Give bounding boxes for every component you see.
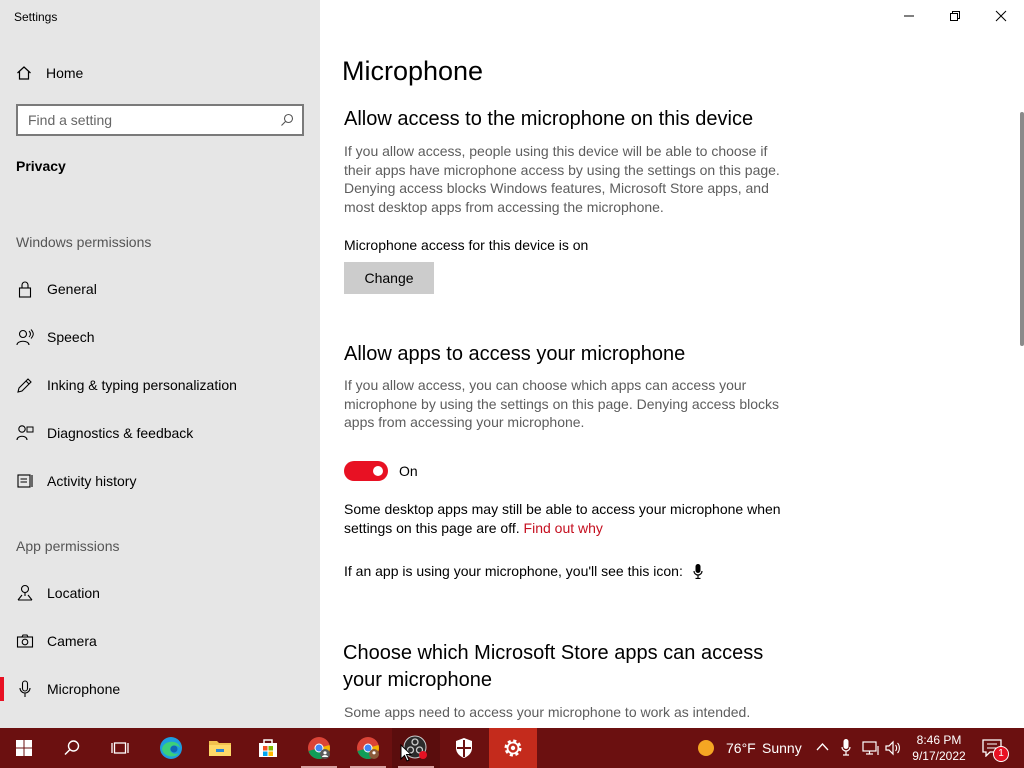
lock-icon [16, 280, 34, 298]
sidebar-item-label: Diagnostics & feedback [47, 425, 194, 441]
diagnostics-icon [16, 424, 34, 442]
sidebar-item-location[interactable]: Location [0, 573, 320, 613]
sidebar-item-label: Microphone [47, 681, 121, 697]
taskbar-search-button[interactable] [48, 728, 96, 768]
find-out-why-link[interactable]: Find out why [524, 520, 603, 536]
weather-condition[interactable]: Sunny [762, 740, 802, 756]
sun-weather-icon [698, 740, 714, 756]
desktop-apps-note: Some desktop apps may still be able to a… [344, 500, 794, 537]
sidebar-item-label: Inking & typing personalization [47, 377, 237, 393]
network-icon[interactable] [862, 740, 880, 756]
close-icon [995, 10, 1007, 22]
camera-icon [16, 632, 34, 650]
chevron-up-icon[interactable] [816, 742, 829, 752]
apps-access-heading: Allow apps to access your microphone [344, 343, 686, 365]
minimize-icon [904, 15, 914, 17]
section-title-privacy: Privacy [16, 158, 66, 174]
search-box[interactable] [16, 104, 304, 136]
microphone-icon [16, 680, 34, 698]
windows-permissions-header: Windows permissions [16, 234, 152, 250]
taskbar-settings[interactable] [489, 728, 537, 768]
clock-date: 9/17/2022 [912, 749, 966, 763]
search-icon[interactable] [280, 113, 294, 127]
home-icon [17, 66, 31, 80]
chrome-icon [357, 737, 379, 760]
start-button[interactable] [0, 728, 48, 768]
page-title: Microphone [342, 56, 484, 86]
store-icon [259, 739, 277, 757]
gear-icon [504, 739, 522, 757]
minimize-button[interactable] [886, 0, 932, 32]
restore-button[interactable] [932, 0, 978, 32]
shield-icon [456, 738, 472, 758]
taskbar-file-explorer[interactable] [196, 728, 244, 768]
toggle-knob [373, 466, 383, 476]
volume-icon[interactable] [885, 740, 901, 756]
device-access-status: Microphone access for this device is on [344, 237, 589, 253]
weather-temperature[interactable]: 76°F [726, 740, 756, 756]
sidebar-home[interactable]: Home [16, 62, 83, 84]
sidebar-item-camera[interactable]: Camera [0, 621, 320, 661]
taskbar: 76°F Sunny 8:46 PM 9/17/2022 1 [0, 728, 1024, 768]
clock-time: 8:46 PM [916, 733, 962, 747]
device-access-description: If you allow access, people using this d… [344, 143, 780, 215]
restore-icon [950, 11, 960, 21]
chrome-icon [308, 737, 330, 760]
sidebar-item-general[interactable]: General [0, 269, 320, 309]
search-input[interactable] [28, 112, 280, 128]
apps-access-description: If you allow access, you can choose whic… [344, 377, 780, 430]
file-explorer-icon [209, 741, 231, 756]
microphone-tray-icon[interactable] [841, 739, 851, 756]
task-view-button[interactable] [96, 728, 144, 768]
change-button[interactable]: Change [344, 262, 434, 294]
search-icon [64, 740, 80, 756]
sidebar-item-diagnostics[interactable]: Diagnostics & feedback [0, 413, 320, 453]
windows-logo-icon [16, 740, 32, 756]
inking-icon [16, 376, 34, 394]
task-view-icon [111, 742, 129, 754]
sidebar-item-label: Speech [47, 329, 95, 345]
apps-access-toggle[interactable] [344, 461, 388, 481]
store-apps-heading: Choose which Microsoft Store apps can ac… [343, 642, 764, 691]
sidebar-home-label: Home [46, 65, 84, 81]
sidebar-item-label: General [47, 281, 97, 297]
toggle-state-label: On [399, 463, 418, 479]
window-title: Settings [14, 10, 58, 24]
speech-icon [16, 328, 34, 346]
sidebar: Settings Home Privacy Windows permission… [0, 0, 320, 728]
app-permissions-header: App permissions [16, 538, 120, 554]
close-button[interactable] [978, 0, 1024, 32]
microphone-icon [693, 563, 703, 579]
clock[interactable]: 8:46 PM 9/17/2022 [900, 732, 978, 764]
mic-icon-note-text: If an app is using your microphone, you'… [344, 563, 683, 579]
taskbar-chrome-profile-1[interactable] [295, 728, 343, 768]
mic-icon-note: If an app is using your microphone, you'… [344, 562, 794, 581]
activity-history-icon [16, 472, 34, 490]
sidebar-item-label: Location [47, 585, 100, 601]
taskbar-security[interactable] [440, 728, 488, 768]
sidebar-item-inking-typing[interactable]: Inking & typing personalization [0, 365, 320, 405]
device-access-heading: Allow access to the microphone on this d… [344, 108, 754, 130]
store-apps-description: Some apps need to access your microphone… [344, 704, 751, 720]
scrollbar[interactable] [1020, 112, 1024, 346]
location-icon [16, 584, 34, 602]
taskbar-store[interactable] [244, 728, 292, 768]
notification-badge: 1 [993, 746, 1009, 762]
main-content: Microphone Allow access to the microphon… [320, 0, 1024, 728]
taskbar-chrome-profile-2[interactable] [344, 728, 392, 768]
sidebar-item-microphone[interactable]: Microphone [0, 669, 320, 709]
sidebar-item-activity-history[interactable]: Activity history [0, 461, 320, 501]
taskbar-edge[interactable] [147, 728, 195, 768]
edge-browser-icon [160, 737, 182, 759]
sidebar-item-label: Camera [47, 633, 97, 649]
sidebar-item-label: Activity history [47, 473, 137, 489]
action-center-button[interactable]: 1 [982, 738, 1012, 762]
mouse-cursor-icon [400, 744, 412, 762]
sidebar-item-speech[interactable]: Speech [0, 317, 320, 357]
